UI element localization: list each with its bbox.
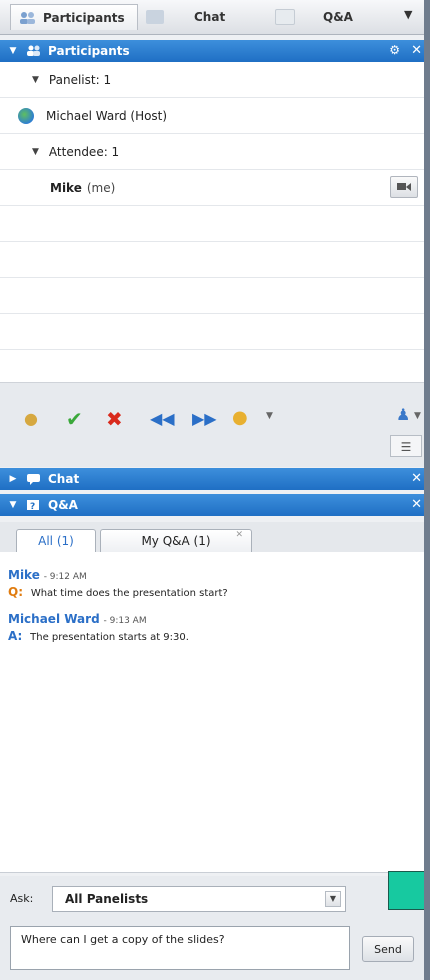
participants-panel-header[interactable]: ▼ Participants ⚙ ✕: [0, 40, 430, 62]
tab-chat-label: Chat: [194, 10, 226, 24]
question-input[interactable]: Where can I get a copy of the slides?: [10, 926, 350, 970]
expand-triangle-icon[interactable]: ▶: [0, 474, 26, 484]
qa-message: Mike - 9:12 AM Q: What time does the pre…: [8, 568, 228, 599]
question-prefix: Q:: [8, 585, 23, 599]
top-tab-bar: Participants Chat Q&A ▼: [0, 0, 430, 35]
tab-participants[interactable]: Participants: [10, 4, 138, 30]
svg-text:?: ?: [30, 502, 35, 511]
participants-panel-title: Participants: [48, 44, 130, 58]
host-globe-icon: [18, 107, 34, 124]
qa-tabs: All (1) My Q&A (1) ✕: [0, 522, 430, 553]
tab-chat[interactable]: Chat: [146, 4, 256, 30]
participant-suffix: (me): [86, 180, 116, 195]
rewind-icon[interactable]: ◀◀: [150, 409, 175, 428]
empty-row: [0, 278, 430, 314]
participants-list: ▼ Panelist: 1 Michael Ward (Host) ▼ Atte…: [0, 62, 430, 386]
close-icon[interactable]: ✕: [411, 471, 422, 486]
tabs-dropdown-icon[interactable]: ▼: [404, 8, 424, 26]
message-time: - 9:12 AM: [43, 572, 87, 582]
qa-header-icon: ?: [26, 499, 42, 512]
raise-hand-icon[interactable]: ●: [24, 409, 38, 428]
message-time: - 9:13 AM: [103, 616, 147, 626]
settings-icon[interactable]: ⚙: [389, 43, 400, 57]
message-text: The presentation starts at 9:30.: [30, 632, 189, 643]
empty-row: [0, 242, 430, 278]
message-author: Michael Ward: [8, 612, 100, 626]
list-view-icon[interactable]: ☰: [390, 435, 422, 457]
collapse-triangle-icon[interactable]: ▼: [0, 46, 26, 56]
participants-toolbar: ● ✔ ✖ ◀◀ ▶▶ ● ▼ ♟ ▼ ☰: [0, 382, 430, 467]
video-camera-icon[interactable]: [390, 176, 418, 198]
participant-row[interactable]: Michael Ward (Host): [0, 98, 430, 134]
chat-header-icon: [26, 473, 42, 485]
expand-triangle-icon[interactable]: ▼: [32, 147, 39, 157]
answer-prefix: A:: [8, 629, 23, 643]
qa-messages: Mike - 9:12 AM Q: What time does the pre…: [0, 552, 430, 873]
tab-my-qa-label: My Q&A (1): [141, 534, 211, 548]
qa-panel-title: Q&A: [48, 498, 78, 512]
message-author: Mike: [8, 568, 40, 582]
participants-icon: [19, 11, 37, 25]
chat-panel-header[interactable]: ▶ Chat ✕: [0, 468, 430, 490]
check-icon[interactable]: ✔: [66, 407, 83, 431]
qa-panel-header[interactable]: ▼ ? Q&A ✕: [0, 494, 430, 516]
user-icon[interactable]: ♟: [396, 405, 410, 424]
qa-icon: [275, 9, 295, 25]
tab-qa-label: Q&A: [323, 10, 353, 24]
close-tab-icon[interactable]: ✕: [235, 530, 243, 540]
collapse-triangle-icon[interactable]: ▼: [0, 500, 26, 510]
close-icon[interactable]: ✕: [411, 43, 422, 58]
group-label: Attendee: 1: [48, 144, 120, 159]
ask-recipient-value: All Panelists: [65, 892, 149, 906]
group-attendee[interactable]: ▼ Attendee: 1: [0, 134, 430, 170]
participant-name: Michael Ward (Host): [46, 108, 168, 123]
message-text: What time does the presentation start?: [30, 588, 228, 599]
chevron-down-icon[interactable]: ▼: [325, 891, 341, 907]
tab-qa-all-label: All (1): [38, 534, 74, 548]
tab-qa[interactable]: Q&A: [275, 4, 385, 30]
ask-recipient-select[interactable]: All Panelists ▼: [52, 886, 346, 912]
fast-forward-icon[interactable]: ▶▶: [192, 409, 217, 428]
emoticon-icon[interactable]: ●: [232, 407, 248, 428]
ask-label: Ask:: [10, 892, 34, 905]
group-panelist[interactable]: ▼ Panelist: 1: [0, 62, 430, 98]
window-edge: [424, 0, 430, 980]
empty-row: [0, 350, 430, 386]
group-label: Panelist: 1: [48, 72, 112, 87]
user-dropdown-icon[interactable]: ▼: [414, 411, 421, 421]
participant-row[interactable]: Mike (me): [0, 170, 430, 206]
empty-row: [0, 206, 430, 242]
tab-my-qa[interactable]: My Q&A (1) ✕: [100, 529, 252, 552]
participants-header-icon: [26, 45, 42, 57]
qa-message: Michael Ward - 9:13 AM A: The presentati…: [8, 612, 189, 643]
participant-name: Mike: [50, 180, 82, 195]
reject-icon[interactable]: ✖: [106, 407, 123, 431]
chat-icon: [146, 10, 164, 24]
empty-row: [0, 314, 430, 350]
close-icon[interactable]: ✕: [411, 497, 422, 512]
expand-triangle-icon[interactable]: ▼: [32, 75, 39, 85]
send-button[interactable]: Send: [362, 936, 414, 962]
tab-participants-label: Participants: [43, 10, 125, 25]
send-button-label: Send: [374, 942, 402, 956]
tab-qa-all[interactable]: All (1): [16, 529, 96, 552]
emoticon-dropdown-icon[interactable]: ▼: [266, 411, 273, 421]
chat-panel-title: Chat: [48, 472, 80, 486]
